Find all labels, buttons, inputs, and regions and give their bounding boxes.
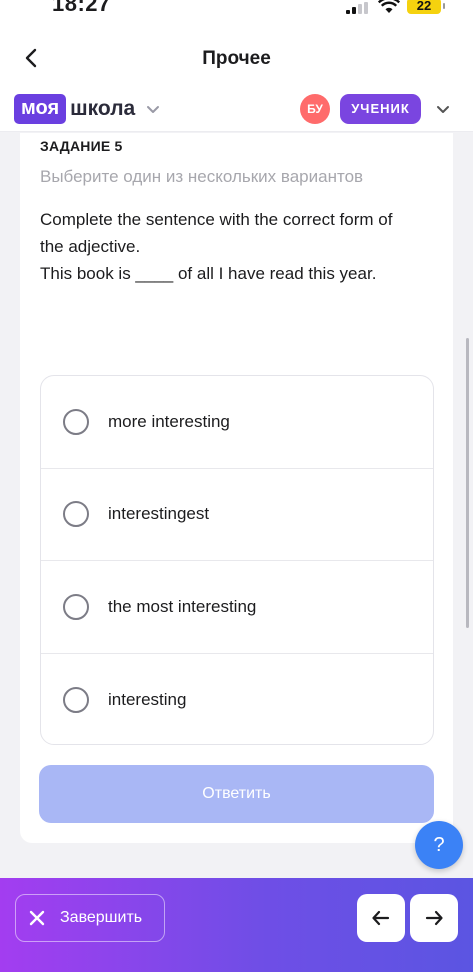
answer-option[interactable]: the most interesting [41,561,433,654]
scrollbar[interactable] [466,338,469,628]
question-line: This book is ____ of all I have read thi… [40,264,377,283]
finish-button[interactable]: Завершить [15,894,165,942]
chevron-down-icon[interactable] [435,101,451,117]
signal-icon [346,2,370,14]
radio-button[interactable] [63,686,89,713]
close-icon [29,910,45,926]
role-badge[interactable]: УЧЕНИК [340,94,421,124]
option-label: interestingest [108,504,210,524]
chevron-down-icon [147,106,160,113]
radio-button[interactable] [63,408,89,435]
option-label: interesting [108,689,187,709]
answer-option[interactable]: more interesting [41,376,433,469]
next-button[interactable] [410,894,458,942]
radio-button[interactable] [63,501,89,528]
battery-icon: 22 [407,0,445,14]
nav-bar: Прочее [0,24,473,94]
answer-option[interactable]: interesting [41,654,433,745]
brand-bar: моя школа БУ УЧЕНИК [0,94,473,132]
bottom-bar: Завершить [0,878,473,972]
arrow-right-icon [425,910,443,926]
option-label: more interesting [108,411,230,431]
avatar[interactable]: БУ [300,94,330,124]
wifi-icon [378,0,400,13]
logo-menu[interactable]: моя школа [14,94,161,124]
radio-button[interactable] [63,593,89,620]
answer-option[interactable]: interestingest [41,469,433,561]
previous-button[interactable] [357,894,405,942]
help-button[interactable]: ? [415,821,463,869]
option-label: the most interesting [108,596,257,616]
page-title: Прочее [202,48,271,69]
question-line: Complete the sentence with the correct f… [40,210,393,229]
question-line: the adjective. [40,237,141,256]
logo-box: моя [14,94,67,124]
finish-label: Завершить [60,909,143,926]
arrow-left-icon [372,910,390,926]
status-bar: 18:27 22 [0,0,473,24]
task-number: ЗАДАНИЕ 5 [40,138,123,154]
task-hint: Выберите один из нескольких вариантов [40,167,364,186]
answer-options: more interesting interestingest the most… [40,375,434,745]
question-text: Complete the sentence with the correct f… [40,206,440,287]
status-time: 18:27 [52,0,111,16]
answer-button[interactable]: Ответить [39,765,434,823]
logo-text: школа [70,97,136,120]
task-card: ЗАДАНИЕ 5 Выберите один из нескольких ва… [20,133,453,843]
